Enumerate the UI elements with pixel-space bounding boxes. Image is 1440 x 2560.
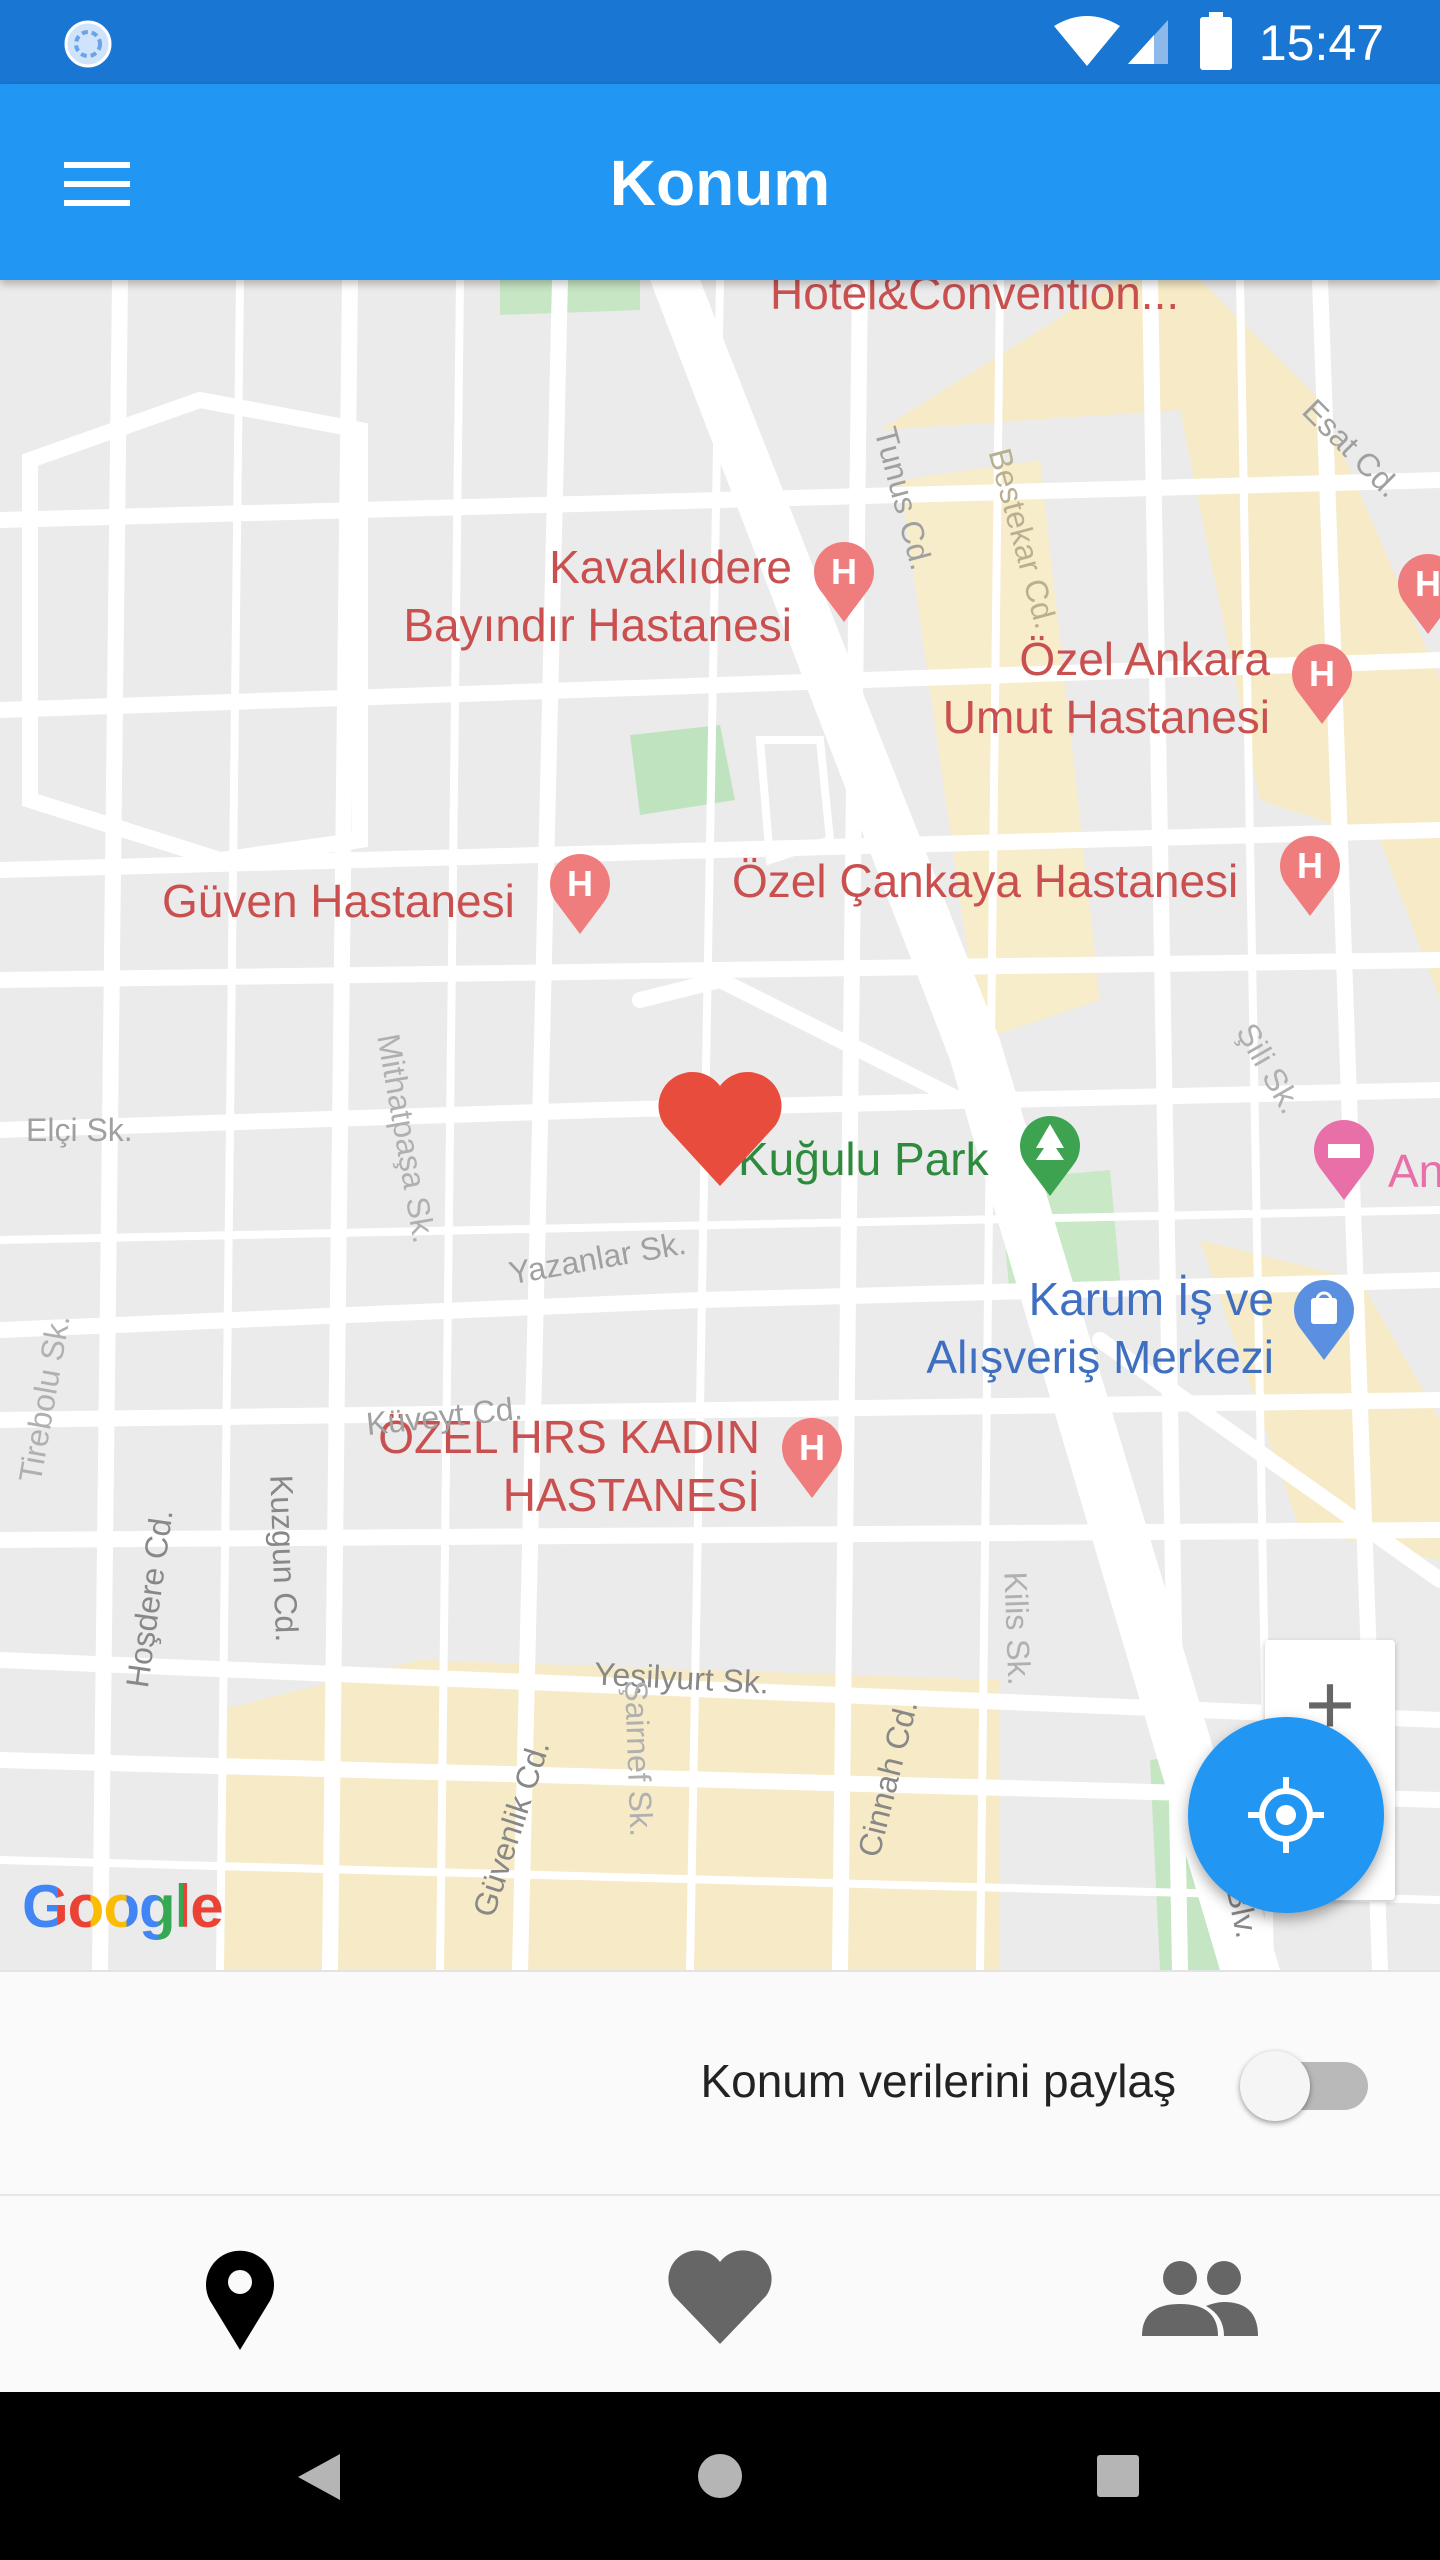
app-bar: Konum <box>0 84 1440 280</box>
hospital-pin-icon[interactable]: H <box>1396 550 1440 634</box>
nav-location-tab[interactable] <box>0 2196 480 2394</box>
status-time: 15:47 <box>1258 15 1384 71</box>
nav-favorites-tab[interactable] <box>480 2196 960 2394</box>
wifi-icon <box>1054 16 1120 66</box>
battery-icon <box>1200 12 1232 70</box>
my-location-button[interactable] <box>1188 1717 1384 1913</box>
sync-icon <box>64 20 112 68</box>
poi-label-guven: Güven Hastanesi <box>162 875 515 927</box>
map-view[interactable]: H H H H H H Hotel&Convention... Kavaklıd… <box>0 280 1440 1970</box>
street-label: Şairnef Sk. <box>618 1679 660 1838</box>
poi-label-kavaklidere: Kavaklıdere Bayındır Hastanesi <box>403 541 792 651</box>
recents-icon[interactable] <box>1097 2455 1139 2497</box>
people-icon <box>1142 2261 1258 2336</box>
hospital-pin-icon[interactable]: H <box>1290 640 1354 724</box>
heart-icon <box>668 2250 772 2344</box>
poi-label-ozel-cankaya: Özel Çankaya Hastanesi <box>732 855 1239 907</box>
poi-label-ozel-ankara: Özel Ankara Umut Hastanesi <box>942 633 1270 743</box>
hospital-pin-icon[interactable]: H <box>548 850 612 934</box>
poi-label-karum: Karum İş ve Alışveriş Merkezi <box>926 1273 1274 1383</box>
crosshair-icon <box>1248 1777 1324 1853</box>
hospital-pin-icon[interactable]: H <box>780 1414 844 1498</box>
svg-text:H: H <box>831 551 857 592</box>
share-location-label: Konum verilerini paylaş <box>700 2055 1176 2107</box>
svg-text:H: H <box>1297 845 1323 886</box>
svg-text:H: H <box>567 863 593 904</box>
page-title: Konum <box>609 147 831 219</box>
svg-text:H: H <box>1309 653 1335 694</box>
street-label: Elçi Sk. <box>26 1112 133 1148</box>
google-attribution: Google <box>22 1873 224 1940</box>
back-icon[interactable] <box>296 2452 342 2502</box>
poi-label-top-cut: Hotel&Convention... <box>770 280 1180 319</box>
bottom-navigation <box>0 2194 1440 2394</box>
nav-people-tab[interactable] <box>960 2196 1440 2394</box>
home-icon[interactable] <box>696 2452 744 2500</box>
hotel-pin-icon[interactable] <box>1312 1116 1376 1200</box>
heart-marker-icon[interactable] <box>655 1068 785 1188</box>
hospital-pin-icon[interactable]: H <box>1278 832 1342 916</box>
status-bar: 15:47 <box>0 0 1440 84</box>
street-label: Kuzgun Cd. <box>263 1474 306 1643</box>
poi-label-right-cut: An <box>1388 1145 1440 1197</box>
shopping-pin-icon[interactable] <box>1292 1276 1356 1360</box>
system-navigation-bar <box>0 2392 1440 2560</box>
street-label: Kilis Sk. <box>997 1570 1038 1686</box>
svg-text:H: H <box>799 1427 825 1468</box>
hospital-pin-icon[interactable]: H <box>812 538 876 622</box>
location-pin-icon <box>206 2250 274 2350</box>
park-pin-icon[interactable] <box>1018 1112 1082 1196</box>
signal-icon <box>1128 20 1168 64</box>
google-logo: Google <box>22 1872 224 1941</box>
svg-text:H: H <box>1415 563 1440 604</box>
toggle-thumb[interactable] <box>1240 2051 1310 2121</box>
share-location-bar: Konum verilerini paylaş <box>0 1970 1440 2194</box>
